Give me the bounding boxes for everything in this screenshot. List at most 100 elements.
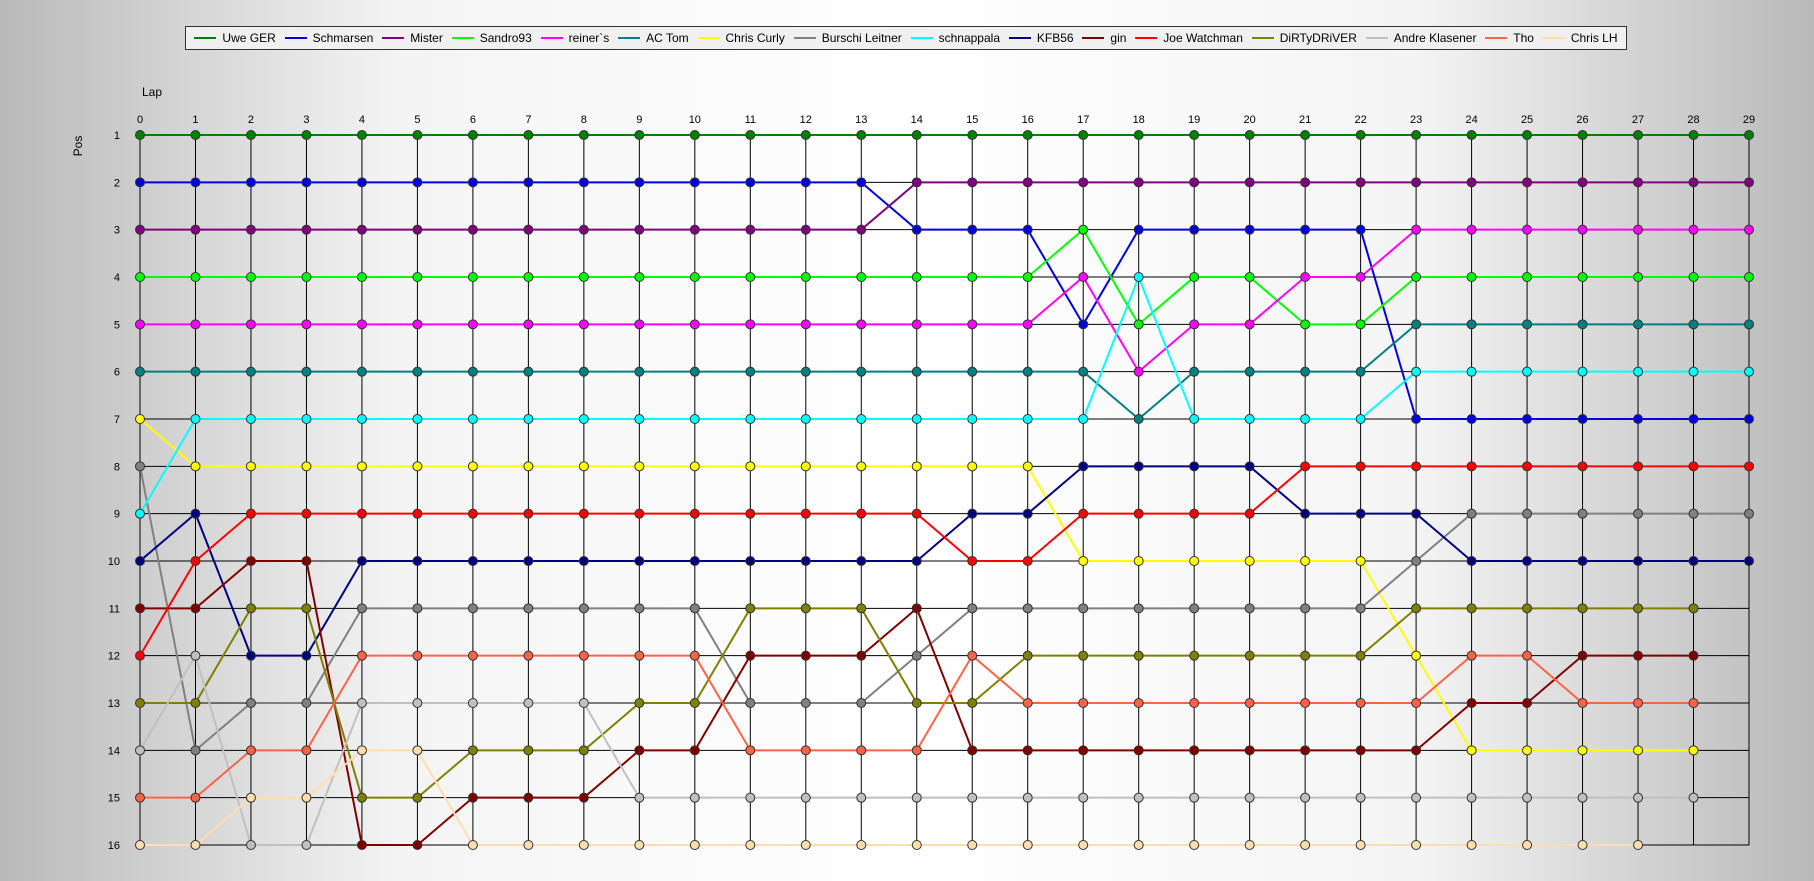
data-point xyxy=(1022,556,1033,566)
data-point xyxy=(1688,414,1699,424)
y-tick-label: 2 xyxy=(114,177,120,189)
y-tick-label: 8 xyxy=(114,461,120,473)
data-point xyxy=(356,508,367,519)
data-point xyxy=(245,461,256,472)
position-chart: 0 1 2 3 4 5 6 7 8 9 10 11 12 13 14 15 16 17 18 19 20 21 22 23 24… xyxy=(71,85,1755,852)
data-point xyxy=(1133,319,1144,330)
data-point xyxy=(856,461,867,472)
data-point xyxy=(1244,840,1255,850)
data-point xyxy=(1466,414,1477,424)
data-point xyxy=(856,224,867,235)
x-tick-label: 29 xyxy=(1743,114,1755,126)
series-lines xyxy=(139,134,1749,846)
data-point xyxy=(190,461,201,472)
data-point xyxy=(356,130,367,140)
data-point xyxy=(1577,414,1588,424)
data-point xyxy=(467,508,478,519)
data-point xyxy=(135,792,145,803)
data-point xyxy=(1633,603,1644,614)
y-tick-label: 7 xyxy=(114,414,120,426)
data-point xyxy=(190,745,201,756)
data-point xyxy=(578,508,589,519)
data-point xyxy=(1189,650,1200,661)
data-point xyxy=(911,130,922,140)
data-point xyxy=(135,698,145,708)
y-tick-label: 16 xyxy=(108,840,120,852)
data-point xyxy=(689,461,700,472)
data-point xyxy=(1577,650,1588,661)
data-point xyxy=(1411,366,1422,377)
data-point xyxy=(1244,461,1255,472)
data-point xyxy=(1078,745,1089,756)
data-point xyxy=(911,461,922,472)
data-point xyxy=(1300,650,1311,661)
data-point xyxy=(1411,177,1422,188)
data-point xyxy=(467,177,478,188)
data-point xyxy=(967,272,978,282)
data-point xyxy=(745,366,756,377)
data-point xyxy=(1466,508,1477,519)
series-line xyxy=(140,228,1749,326)
data-point xyxy=(190,130,201,140)
y-tick-label: 3 xyxy=(114,225,120,237)
x-tick-label: 28 xyxy=(1687,114,1699,126)
x-tick-label: 13 xyxy=(855,114,867,126)
data-point xyxy=(1300,224,1311,235)
data-point xyxy=(1688,130,1699,140)
data-point xyxy=(1133,461,1144,472)
data-point xyxy=(967,840,978,850)
data-point xyxy=(1022,650,1033,661)
data-point xyxy=(1744,272,1754,282)
data-point xyxy=(1633,650,1644,661)
data-point xyxy=(1078,792,1089,803)
data-point xyxy=(1244,319,1255,330)
data-point xyxy=(135,650,145,661)
data-point xyxy=(1189,130,1200,140)
series-line xyxy=(140,228,1749,373)
data-point xyxy=(1022,177,1033,188)
data-point xyxy=(135,461,145,472)
x-tick-label: 10 xyxy=(689,114,701,126)
data-point xyxy=(800,224,811,235)
data-point xyxy=(190,319,201,330)
data-point xyxy=(1688,698,1699,708)
data-point xyxy=(356,461,367,472)
data-point xyxy=(634,461,645,472)
data-point xyxy=(467,319,478,330)
data-point xyxy=(578,792,589,803)
data-point xyxy=(245,603,256,614)
data-point xyxy=(1244,177,1255,188)
data-point xyxy=(634,840,645,850)
data-point xyxy=(1744,177,1754,188)
x-tick-label: 12 xyxy=(800,114,812,126)
data-point xyxy=(1244,130,1255,140)
data-point xyxy=(1355,650,1366,661)
y-tick-label: 5 xyxy=(114,319,120,331)
data-point xyxy=(689,603,700,614)
data-point xyxy=(1411,792,1422,803)
data-point xyxy=(1411,272,1422,282)
x-axis-label: Lap xyxy=(142,85,162,99)
data-point xyxy=(1133,177,1144,188)
data-point xyxy=(1522,745,1533,756)
data-point xyxy=(1411,745,1422,756)
data-point xyxy=(412,272,423,282)
data-point xyxy=(911,792,922,803)
data-point xyxy=(1244,272,1255,282)
data-point xyxy=(1411,461,1422,472)
data-point xyxy=(1577,130,1588,140)
data-point xyxy=(1133,414,1144,424)
data-point xyxy=(301,745,312,756)
data-point xyxy=(1300,414,1311,424)
x-tick-label: 3 xyxy=(303,114,309,126)
data-point xyxy=(1633,745,1644,756)
data-point xyxy=(800,698,811,708)
data-point xyxy=(689,650,700,661)
data-point xyxy=(1078,461,1089,472)
data-point xyxy=(911,698,922,708)
y-tick-label: 11 xyxy=(109,603,120,615)
data-point xyxy=(1022,792,1033,803)
data-point xyxy=(467,414,478,424)
data-point xyxy=(467,461,478,472)
x-tick-label: 8 xyxy=(581,114,587,126)
